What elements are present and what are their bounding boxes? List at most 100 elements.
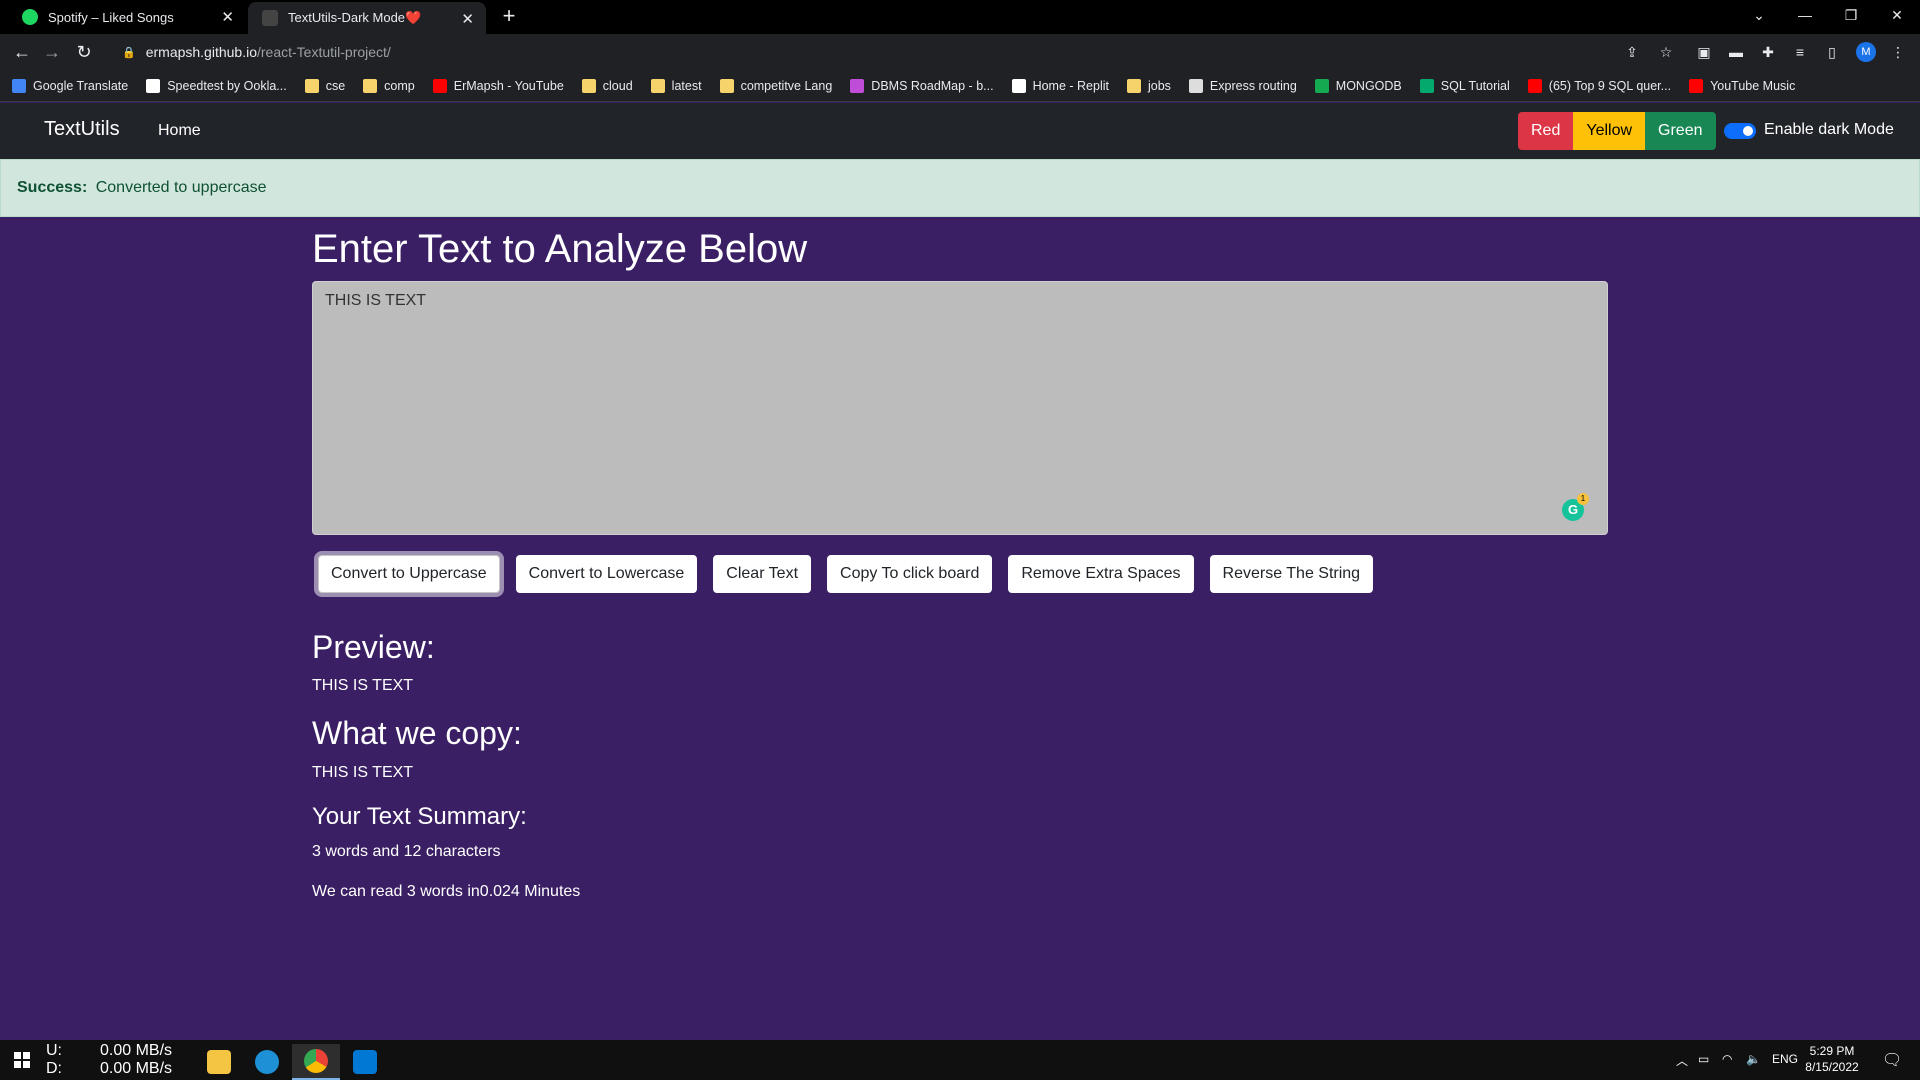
bookmark-item[interactable]: jobs [1126,78,1171,93]
bookmark-label: Google Translate [33,78,129,93]
bookmark-label: cse [325,78,346,93]
close-icon[interactable]: ✕ [461,10,474,28]
bookmark-item[interactable]: ErMapsh - YouTube [432,78,564,93]
convert-uppercase-button[interactable]: Convert to Uppercase [318,555,500,593]
bookmark-item[interactable]: SQL Tutorial [1419,78,1510,93]
windows-start-icon[interactable] [14,1052,30,1068]
browser-toolbar: ← → ↻ 🔒 ermapsh.github.io/react-Textutil… [0,34,1920,70]
reading-list-icon[interactable]: ≡ [1790,42,1810,62]
clock-date: 8/15/2022 [1805,1060,1859,1074]
wifi-icon[interactable]: ◠ [1722,1052,1732,1066]
bookmark-item[interactable]: competitve Lang [719,78,833,93]
dark-mode-label: Enable dark Mode [1764,121,1894,138]
roadmap-icon [850,78,865,93]
bookmark-item[interactable]: Google Translate [12,78,129,93]
back-icon[interactable]: ← [10,40,34,64]
minimize-icon[interactable]: — [1782,0,1828,30]
edge-icon [255,1050,279,1074]
upload-value: 0.00 MB/s [100,1042,173,1059]
extension-icon[interactable]: ▬ [1726,42,1746,62]
tab-search-icon[interactable]: ⌄ [1736,0,1782,30]
close-icon[interactable]: ✕ [221,8,234,26]
toggle-knob [1743,126,1753,136]
color-theme-group: Red Yellow Green [1518,112,1716,150]
preview-text: THIS IS TEXT [312,677,414,694]
copy-button[interactable]: Copy To click board [827,555,993,593]
folder-icon [363,78,378,93]
bookmark-item[interactable]: DBMS RoadMap - b... [850,78,994,93]
reload-icon[interactable]: ↻ [72,40,96,64]
summary-counts: 3 words and 12 characters [312,843,501,860]
green-theme-button[interactable]: Green [1645,112,1716,150]
menu-icon[interactable]: ⋮ [1888,42,1908,62]
bookmark-item[interactable]: MONGODB [1314,78,1402,93]
remove-extra-spaces-button[interactable]: Remove Extra Spaces [1008,555,1194,593]
bookmark-label: YouTube Music [1710,78,1796,93]
bookmark-label: cloud [602,78,633,93]
bookmark-item[interactable]: Speedtest by Ookla... [146,78,287,93]
success-alert: Success: Converted to uppercase [0,159,1920,217]
yellow-theme-button[interactable]: Yellow [1573,112,1646,150]
new-tab-icon[interactable]: + [497,4,521,28]
bookmark-item[interactable]: (65) Top 9 SQL quer... [1527,78,1671,93]
browser-tab-strip: Spotify – Liked Songs ✕ TextUtils-Dark M… [0,0,1920,34]
w3schools-icon [1419,78,1434,93]
chrome-app[interactable] [292,1044,340,1080]
puzzle-icon[interactable]: ✚ [1758,42,1778,62]
dark-mode-toggle[interactable] [1724,123,1756,139]
forward-icon[interactable]: → [40,40,64,64]
read-time: We can read 3 words in0.024 Minutes [312,883,581,900]
folder-icon [581,78,596,93]
text-input-area[interactable] [312,281,1608,535]
bookmark-star-icon[interactable]: ☆ [1656,42,1676,62]
tray-chevron-icon[interactable]: ︿ [1676,1052,1688,1069]
youtube-icon [1527,78,1542,93]
profile-avatar[interactable]: M [1856,42,1876,62]
summary-heading: Your Text Summary: [312,803,527,830]
file-explorer-app[interactable] [195,1044,243,1080]
clock[interactable]: 5:29 PM 8/15/2022 [1802,1043,1862,1075]
folder-icon [207,1050,231,1074]
bookmark-item[interactable]: cse [304,78,346,93]
bookmark-label: competitve Lang [740,78,833,93]
battery-icon[interactable]: ▭ [1698,1052,1709,1066]
download-value: 0.00 MB/s [100,1060,173,1077]
tab-textutils[interactable]: TextUtils-Dark Mode❤️ ✕ [248,2,486,34]
url-path: /react-Textutil-project/ [257,44,391,60]
bookmark-label: jobs [1147,78,1171,93]
notification-icon[interactable]: 🗨 [1882,1050,1902,1070]
edge-app[interactable] [243,1044,291,1080]
side-panel-icon[interactable]: ▯ [1822,42,1842,62]
vscode-app[interactable] [341,1044,389,1080]
brand-link[interactable]: TextUtils [44,118,120,141]
nav-home-link[interactable]: Home [158,122,201,140]
lock-icon: 🔒 [122,46,136,59]
express-icon [1188,78,1203,93]
window-close-icon[interactable]: ✕ [1874,0,1920,30]
volume-icon[interactable]: 🔈 [1746,1052,1761,1066]
bookmark-item[interactable]: latest [650,78,702,93]
youtube-music-icon [1689,78,1704,93]
bookmark-item[interactable]: Home - Replit [1011,78,1109,93]
share-icon[interactable]: ⇪ [1622,42,1642,62]
convert-lowercase-button[interactable]: Convert to Lowercase [515,555,698,593]
bookmark-item[interactable]: comp [363,78,415,93]
bookmark-label: latest [671,78,702,93]
red-theme-button[interactable]: Red [1518,112,1574,150]
preview-heading: Preview: [312,629,435,665]
bookmark-item[interactable]: Express routing [1188,78,1297,93]
folder-icon [650,78,665,93]
bookmark-item[interactable]: YouTube Music [1689,78,1796,93]
bookmark-item[interactable]: cloud [581,78,633,93]
extension-icon[interactable]: ▣ [1694,42,1714,62]
reverse-string-button[interactable]: Reverse The String [1209,555,1374,593]
clear-text-button[interactable]: Clear Text [713,555,812,593]
bookmark-label: Home - Replit [1032,78,1109,93]
language-indicator[interactable]: ENG [1772,1052,1798,1066]
speedtest-icon [146,78,161,93]
tab-spotify[interactable]: Spotify – Liked Songs ✕ [8,0,246,34]
mongodb-icon [1314,78,1329,93]
restore-icon[interactable]: ❐ [1828,0,1874,30]
alert-type: Success: [17,179,88,196]
address-bar[interactable]: 🔒 ermapsh.github.io/react-Textutil-proje… [110,38,1690,66]
